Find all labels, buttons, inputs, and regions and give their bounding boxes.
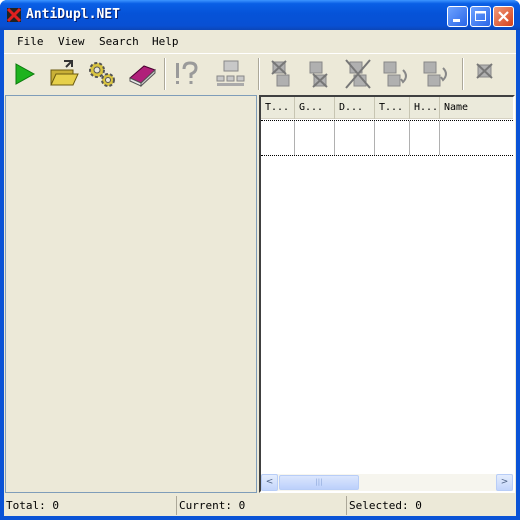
menu-search[interactable]: Search	[99, 35, 139, 48]
title-bar[interactable]: AntiDupl.NET	[0, 0, 520, 30]
clear-icon[interactable]	[126, 58, 158, 90]
start-search-icon[interactable]	[8, 58, 40, 90]
scroll-right-button[interactable]: >	[496, 474, 513, 491]
app-logo-icon	[6, 7, 22, 23]
scroll-left-button[interactable]: <	[261, 474, 278, 491]
window-title: AntiDupl.NET	[26, 7, 120, 22]
directories-panel[interactable]	[5, 95, 257, 493]
menu-view[interactable]: View	[58, 35, 85, 48]
table-cell	[410, 121, 440, 155]
toolbar-separator	[462, 58, 464, 90]
delete-second-icon[interactable]	[302, 58, 334, 90]
menu-help[interactable]: Help	[152, 35, 179, 48]
delete-both-icon[interactable]	[342, 58, 374, 90]
client-area: File View Search Help T... G... D... T..…	[4, 30, 516, 516]
maximize-icon	[475, 11, 486, 21]
column-header[interactable]: T...	[261, 97, 295, 119]
maximize-button[interactable]	[470, 6, 491, 27]
table-cell	[295, 121, 335, 155]
table-cell	[335, 121, 375, 155]
database-icon[interactable]	[214, 58, 246, 90]
column-header[interactable]: T...	[375, 97, 410, 119]
delete-first-icon[interactable]	[265, 58, 297, 90]
close-button[interactable]	[493, 6, 514, 27]
minimize-button[interactable]	[447, 6, 468, 27]
horizontal-scrollbar[interactable]: < ||| >	[261, 474, 513, 491]
toolbar	[4, 53, 516, 93]
column-header[interactable]: H...	[410, 97, 440, 119]
rename-second-icon[interactable]	[419, 58, 451, 90]
minimize-icon	[453, 19, 460, 22]
help-icon[interactable]	[171, 58, 203, 90]
column-header[interactable]: D...	[335, 97, 375, 119]
close-icon	[498, 11, 509, 22]
mistake-icon[interactable]	[469, 58, 501, 90]
scroll-thumb[interactable]: |||	[279, 475, 359, 490]
open-icon[interactable]	[48, 58, 80, 90]
status-current: Current: 0	[176, 496, 346, 515]
status-bar: Total: 0 Current: 0 Selected: 0	[4, 495, 516, 516]
status-total: Total: 0	[6, 499, 59, 512]
options-icon[interactable]	[86, 58, 118, 90]
app-window: AntiDupl.NET File View Search Help T... …	[0, 0, 520, 520]
rename-first-icon[interactable]	[379, 58, 411, 90]
column-header[interactable]: Name	[440, 97, 513, 119]
toolbar-separator	[258, 58, 260, 90]
column-header[interactable]: G...	[295, 97, 335, 119]
results-list[interactable]: T... G... D... T... H... Name < ||| >	[259, 95, 515, 493]
status-selected: Selected: 0	[346, 496, 516, 515]
table-cell	[375, 121, 410, 155]
table-cell	[261, 121, 295, 155]
table-row[interactable]	[261, 120, 513, 156]
menu-bar: File View Search Help	[4, 30, 516, 52]
menu-file[interactable]: File	[17, 35, 44, 48]
toolbar-separator	[164, 58, 166, 90]
results-header: T... G... D... T... H... Name	[261, 97, 513, 119]
